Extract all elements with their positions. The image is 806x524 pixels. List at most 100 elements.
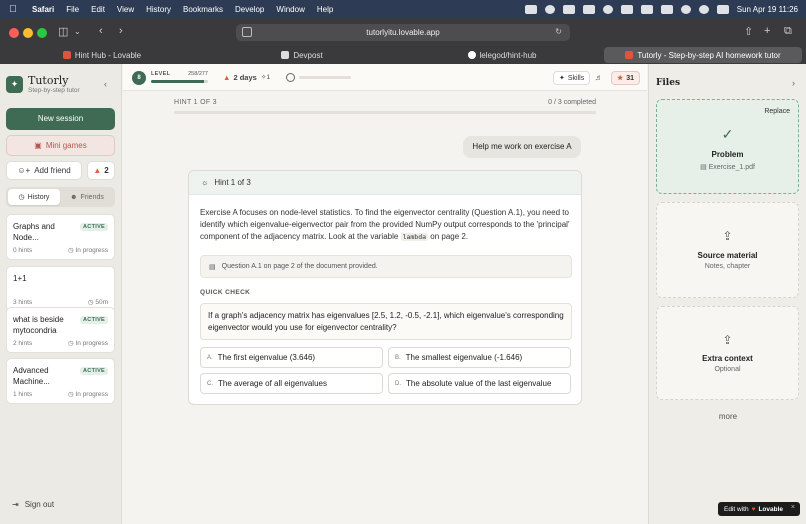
replace-button[interactable]: Replace [764, 108, 790, 115]
sidebar-toggle-icon[interactable]: ◫ [58, 25, 68, 38]
close-icon[interactable]: × [791, 504, 795, 511]
history-item[interactable]: Advanced Machine... ACTIVE 1 hints ◷ In … [6, 358, 115, 404]
new-tab-icon[interactable]: + [764, 25, 770, 37]
option-text: The first eigenvalue (3.646) [217, 353, 316, 362]
sign-out-label: Sign out [24, 500, 55, 509]
answer-option-d[interactable]: D. The absolute value of the last eigenv… [388, 373, 571, 394]
menu-bookmarks[interactable]: Bookmarks [177, 5, 229, 14]
maximize-window-button[interactable] [37, 28, 47, 38]
collapse-sidebar-icon[interactable]: ‹ [104, 79, 107, 89]
apple-icon[interactable]:  [0, 4, 26, 15]
forward-icon[interactable]: › [119, 25, 123, 37]
more-button[interactable]: more [649, 412, 806, 421]
upload-icon: ⇪ [722, 229, 733, 243]
menubar-clock[interactable]: Sun Apr 19 11:26 [737, 5, 798, 14]
menu-help[interactable]: Help [311, 5, 339, 14]
tab-overview-icon[interactable]: ⧉ [784, 25, 792, 38]
extra-context-hint: Optional [714, 366, 741, 373]
source-material-hint: Notes, chapter [704, 263, 751, 270]
status-sync-icon[interactable] [544, 4, 555, 14]
points-badge[interactable]: ★ 31 [611, 71, 641, 85]
level-label: LEVEL [151, 71, 171, 77]
flame-icon: ▲ [223, 73, 231, 82]
hint-text: Exercise A focuses on node-level statist… [200, 207, 572, 243]
quick-check-question: If a graph's adjacency matrix has eigenv… [200, 303, 572, 340]
translate-reload-icon[interactable]: ↻ [555, 27, 562, 36]
reference-note-text: Question A.1 on page 2 of the document p… [221, 263, 378, 270]
tutorly-logo-icon: ✦ [6, 76, 23, 93]
status-control-center-icon[interactable] [716, 4, 729, 14]
tab-friends[interactable]: ☻ Friends [61, 189, 113, 205]
menu-view[interactable]: View [111, 5, 140, 14]
chevron-down-icon[interactable]: ⌄ [74, 27, 81, 36]
edit-with-lovable-badge[interactable]: Edit with ♥ Lovable × [718, 502, 800, 516]
menu-edit[interactable]: Edit [85, 5, 111, 14]
problem-file-card[interactable]: Replace ✓ Problem ▤ Exercise_1.pdf [656, 99, 799, 194]
history-item[interactable]: 1+1 3 hints ◷ 50m [6, 266, 115, 312]
tab-devpost[interactable]: Devpost [204, 47, 400, 63]
mini-games-button[interactable]: ▣ Mini games [6, 135, 115, 156]
status-moon-icon[interactable] [602, 4, 613, 14]
menu-window[interactable]: Window [270, 5, 310, 14]
minimize-window-button[interactable] [23, 28, 33, 38]
share-icon[interactable]: ⇧ [744, 25, 753, 38]
sign-out-button[interactable]: ⇥ Sign out [12, 500, 54, 509]
sound-toggle-icon[interactable]: ♬ [595, 73, 603, 82]
close-window-button[interactable] [9, 28, 19, 38]
add-friend-button[interactable]: ☺+ Add friend [6, 161, 82, 180]
history-item-status: ◷ In progress [68, 390, 108, 398]
active-badge: ACTIVE [80, 367, 108, 375]
menubar-status-area: Sun Apr 19 11:26 [524, 4, 806, 14]
status-volume-icon[interactable] [620, 4, 633, 14]
menu-app-name[interactable]: Safari [26, 5, 60, 14]
lovable-favicon-icon [62, 51, 71, 59]
status-battery-icon[interactable] [582, 4, 595, 14]
menu-history[interactable]: History [140, 5, 177, 14]
status-battery-level-icon[interactable] [660, 4, 673, 14]
back-icon[interactable]: ‹ [99, 25, 103, 37]
clock-icon: ◷ [18, 194, 25, 201]
source-material-card[interactable]: ⇪ Source material Notes, chapter [656, 202, 799, 298]
app-sidebar: ✦ Tutorly Step-by-step tutor ‹ New sessi… [0, 64, 122, 524]
tab-github[interactable]: lelegod/hint-hub [404, 47, 600, 63]
stats-topbar: 8 LEVEL 258/277 ▲ 2 days ✧1 ✦ Skills ♬ ★… [123, 64, 647, 91]
tab-history[interactable]: ◷ History [8, 189, 60, 205]
status-text: In progress [75, 391, 108, 398]
users-icon: ☻ [70, 193, 78, 201]
status-wifi-icon[interactable] [680, 4, 691, 14]
menu-file[interactable]: File [60, 5, 85, 14]
streak-indicator: ▲ 2 days [223, 73, 257, 82]
answer-option-c[interactable]: C. The average of all eigenvalues [200, 373, 383, 394]
tab-hint-hub[interactable]: Hint Hub - Lovable [4, 47, 200, 63]
new-session-button[interactable]: New session [6, 108, 115, 130]
tab-tutorly[interactable]: Tutorly - Step-by-step AI homework tutor [604, 47, 802, 63]
answer-option-a[interactable]: A. The first eigenvalue (3.646) [200, 347, 383, 368]
status-app-icon[interactable] [524, 4, 537, 14]
skills-button[interactable]: ✦ Skills [553, 71, 591, 85]
status-search-icon[interactable] [698, 4, 709, 14]
option-key: A. [207, 354, 213, 361]
tab-friends-label: Friends [80, 193, 104, 201]
address-bar[interactable]: tutorlyitu.lovable.app ↻ [236, 24, 570, 41]
user-message: Help me work on exercise A [463, 136, 581, 158]
lovable-favicon-icon [625, 51, 634, 59]
active-badge: ACTIVE [80, 223, 108, 231]
status-text: 50m [95, 299, 108, 306]
option-key: D. [395, 380, 401, 387]
streak-badge[interactable]: ▲ 2 [87, 161, 115, 180]
status-display-icon[interactable] [562, 4, 575, 14]
extra-context-card[interactable]: ⇪ Extra context Optional [656, 306, 799, 400]
answer-option-b[interactable]: B. The smallest eigenvalue (-1.646) [388, 347, 571, 368]
hint-text-part: on page 2. [428, 232, 469, 241]
document-icon: ▤ [209, 263, 216, 271]
collapse-files-icon[interactable]: › [792, 78, 795, 88]
status-keyboard-icon[interactable] [640, 4, 653, 14]
brand-name: Tutorly [28, 74, 69, 87]
status-text: In progress [75, 247, 108, 254]
history-item[interactable]: what is beside mytocondria ACTIVE 2 hint… [6, 307, 115, 353]
tab-history-label: History [27, 193, 50, 201]
history-item[interactable]: Graphs and Node... ACTIVE 0 hints ◷ In p… [6, 214, 115, 260]
page-settings-icon[interactable] [242, 27, 252, 37]
extra-context-title: Extra context [702, 354, 753, 363]
menu-develop[interactable]: Develop [229, 5, 270, 14]
